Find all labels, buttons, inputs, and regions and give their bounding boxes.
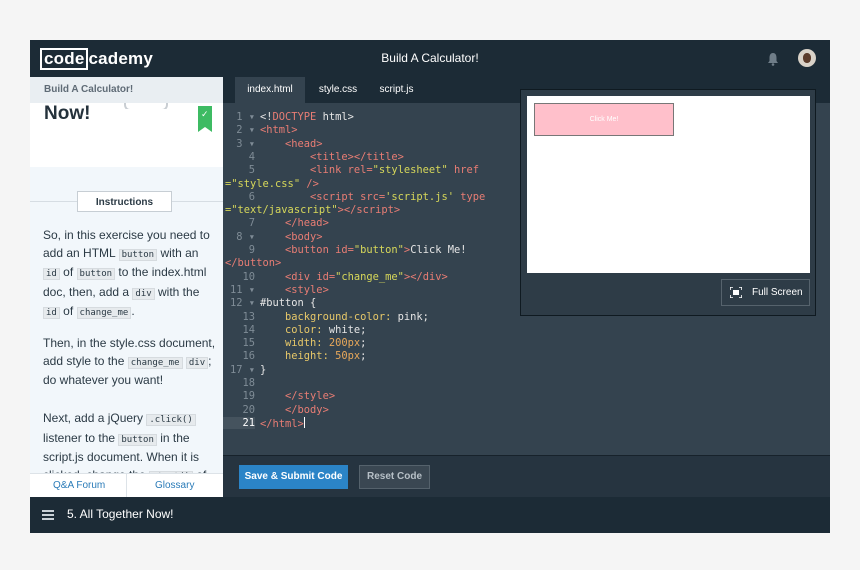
full-screen-button[interactable]: Full Screen	[721, 279, 810, 306]
fullscreen-icon	[730, 287, 742, 298]
menu-icon[interactable]	[42, 510, 54, 520]
preview-frame: Click Me!	[527, 96, 810, 273]
bottom-bar: 5. All Together Now!	[30, 497, 830, 533]
lesson-title: Now!	[44, 103, 91, 124]
full-screen-label: Full Screen	[752, 287, 803, 298]
tab-index-html[interactable]: index.html	[235, 77, 305, 103]
reset-code-button[interactable]: Reset Code	[359, 465, 430, 489]
lesson-name[interactable]: 5. All Together Now!	[67, 507, 174, 521]
complete-check-icon: ✓	[198, 106, 212, 132]
glossary-link[interactable]: Glossary	[155, 480, 194, 491]
save-submit-button[interactable]: Save & Submit Code	[239, 465, 348, 489]
tab-script-js[interactable]: script.js	[369, 77, 424, 103]
action-bar: Save & Submit Code Reset Code	[223, 455, 830, 497]
instruction-paragraph-1: So, in this exercise you need to add an …	[43, 228, 210, 319]
qa-forum-link[interactable]: Q&A Forum	[53, 480, 105, 491]
preview-panel: Click Me! Full Screen	[520, 89, 816, 316]
instructions-panel: Build A Calculator! Now! ✓ Instructions …	[30, 77, 223, 497]
preview-click-me-button[interactable]: Click Me!	[534, 103, 674, 136]
app-window: code cademy Build A Calculator! Build A C…	[30, 40, 830, 533]
avatar[interactable]	[798, 49, 816, 67]
app-title: Build A Calculator!	[381, 51, 479, 65]
bell-icon[interactable]	[766, 52, 780, 66]
cut-off-heading	[124, 103, 184, 109]
tab-style-css[interactable]: style.css	[307, 77, 369, 103]
panel-header: Build A Calculator!	[30, 77, 223, 103]
instructions-label: Instructions	[77, 191, 172, 212]
panel-footer: Q&A Forum Glossary	[30, 473, 223, 497]
instruction-paragraph-2: Then, in the style.css document, add sty…	[43, 336, 216, 387]
top-bar: code cademy Build A Calculator!	[30, 40, 830, 77]
